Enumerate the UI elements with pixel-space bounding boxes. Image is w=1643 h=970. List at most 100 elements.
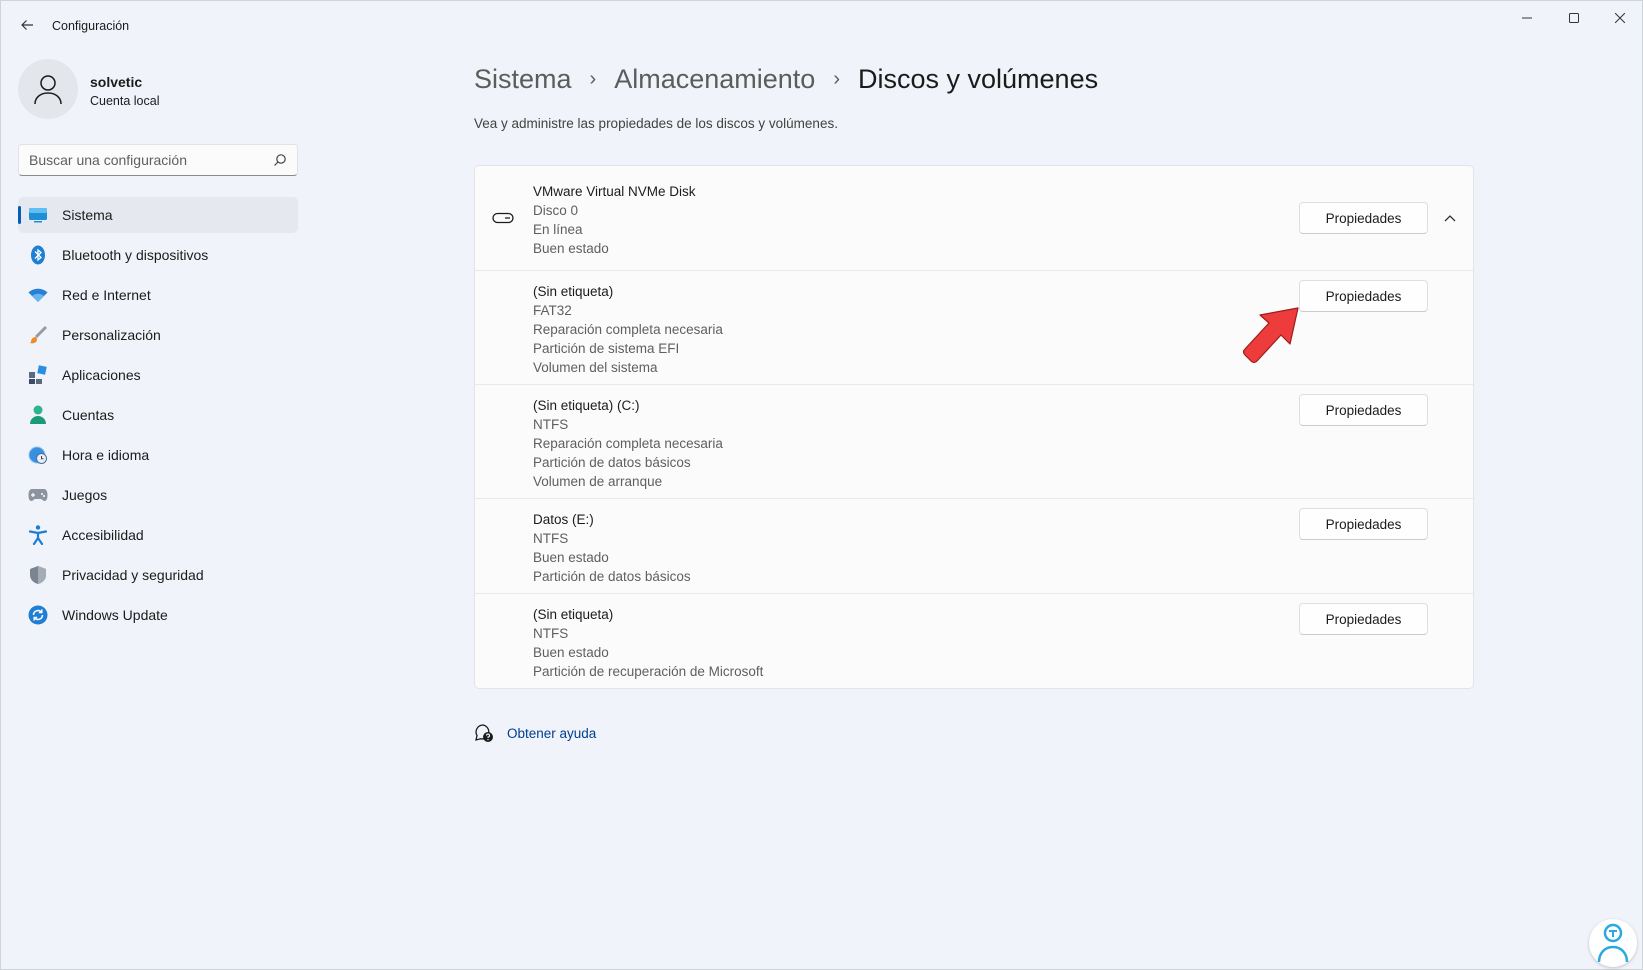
settings-window: Configuración solvetic Cuenta local Busc… — [0, 0, 1643, 970]
volume-label: (Sin etiqueta) (C:) — [533, 398, 640, 413]
sidebar-item-juegos[interactable]: Juegos — [18, 477, 298, 513]
back-arrow-icon — [21, 20, 33, 30]
sidebar-item-aplicaciones[interactable]: Aplicaciones — [18, 357, 298, 393]
close-button[interactable] — [1597, 1, 1643, 35]
sidebar-item-sistema[interactable]: Sistema — [18, 197, 298, 233]
paintbrush-icon — [28, 325, 48, 345]
volume-properties-button[interactable]: Propiedades — [1299, 603, 1428, 635]
user-icon — [34, 75, 62, 105]
back-button[interactable] — [13, 11, 41, 39]
volume-info: (Sin etiqueta) NTFS Buen estado Partició… — [533, 605, 763, 681]
search-icon[interactable] — [273, 153, 287, 167]
sidebar-item-accesibilidad[interactable]: Accesibilidad — [18, 517, 298, 553]
sidebar-item-label: Sistema — [62, 207, 113, 223]
person-icon — [28, 405, 48, 425]
help-chat-icon — [475, 724, 493, 742]
disk-info: VMware Virtual NVMe Disk Disco 0 En líne… — [533, 182, 696, 258]
maximize-icon — [1569, 13, 1579, 23]
breadcrumb-sistema[interactable]: Sistema — [474, 64, 572, 95]
sidebar-item-label: Privacidad y seguridad — [62, 567, 204, 583]
user-profile[interactable]: solvetic Cuenta local — [18, 59, 298, 121]
refresh-icon — [28, 605, 48, 625]
disk-name: VMware Virtual NVMe Disk — [533, 184, 696, 199]
volume-info: (Sin etiqueta) FAT32 Reparación completa… — [533, 282, 723, 377]
sidebar-item-bluetooth[interactable]: Bluetooth y dispositivos — [18, 237, 298, 273]
volume-row: Datos (E:) NTFS Buen estado Partición de… — [475, 499, 1473, 594]
volume-label: (Sin etiqueta) — [533, 607, 614, 622]
sidebar-item-label: Bluetooth y dispositivos — [62, 247, 209, 263]
volume-row: (Sin etiqueta) (C:) NTFS Reparación comp… — [475, 385, 1473, 499]
volume-role: Volumen de arranque — [533, 474, 663, 489]
volume-properties-button[interactable]: Propiedades — [1299, 280, 1428, 312]
sidebar-item-label: Accesibilidad — [62, 527, 144, 543]
sidebar-item-label: Red e Internet — [62, 287, 151, 303]
volume-properties-button[interactable]: Propiedades — [1299, 508, 1428, 540]
get-help-link[interactable]: Obtener ayuda — [507, 726, 596, 741]
volume-status: Buen estado — [533, 550, 609, 565]
volume-partition-type: Partición de datos básicos — [533, 455, 691, 470]
avatar — [18, 59, 78, 119]
gamepad-icon — [28, 485, 48, 505]
close-icon — [1615, 13, 1625, 23]
disk-number: Disco 0 — [533, 203, 579, 218]
volume-label: (Sin etiqueta) — [533, 284, 614, 299]
sidebar-item-label: Windows Update — [62, 607, 168, 623]
chevron-up-icon — [1444, 215, 1456, 222]
title-bar: Configuración — [1, 1, 1642, 49]
bluetooth-icon — [28, 245, 48, 265]
get-help[interactable]: Obtener ayuda — [474, 721, 596, 745]
sidebar-item-label: Aplicaciones — [62, 367, 141, 383]
system-display-icon — [28, 205, 48, 225]
volume-row: (Sin etiqueta) FAT32 Reparación completa… — [475, 271, 1473, 385]
sidebar-nav: Sistema Bluetooth y dispositivos Red e I… — [18, 197, 298, 637]
red-arrow-icon — [1242, 307, 1299, 364]
maximize-button[interactable] — [1551, 1, 1597, 35]
minimize-button[interactable] — [1504, 1, 1550, 35]
sidebar-item-privacidad[interactable]: Privacidad y seguridad — [18, 557, 298, 593]
volume-row: (Sin etiqueta) NTFS Buen estado Partició… — [475, 594, 1473, 688]
volume-info: (Sin etiqueta) (C:) NTFS Reparación comp… — [533, 396, 723, 491]
watermark-logo — [1589, 919, 1637, 967]
volume-partition-type: Partición de sistema EFI — [533, 341, 680, 356]
volume-filesystem: NTFS — [533, 626, 569, 641]
sidebar-item-personalizacion[interactable]: Personalización — [18, 317, 298, 353]
volume-properties-button[interactable]: Propiedades — [1299, 394, 1428, 426]
disk-health: Buen estado — [533, 241, 609, 256]
breadcrumb-almacenamiento[interactable]: Almacenamiento — [614, 64, 815, 95]
search-box — [18, 144, 298, 176]
shield-icon — [28, 565, 48, 585]
sidebar-item-label: Personalización — [62, 327, 161, 343]
watermark-person-icon — [1597, 923, 1629, 963]
disk-row: VMware Virtual NVMe Disk Disco 0 En líne… — [475, 166, 1473, 271]
breadcrumb-separator: › — [833, 67, 840, 90]
breadcrumb-separator: › — [589, 67, 597, 90]
volume-partition-type: Partición de recuperación de Microsoft — [533, 664, 764, 679]
search-input[interactable] — [19, 145, 259, 175]
page-description: Vea y administre las propiedades de los … — [474, 116, 838, 131]
sidebar-item-label: Cuentas — [62, 407, 115, 423]
breadcrumb: Sistema › Almacenamiento › Discos y volú… — [474, 59, 1098, 99]
sidebar-item-red[interactable]: Red e Internet — [18, 277, 298, 313]
globe-clock-icon — [28, 445, 48, 465]
collapse-button[interactable] — [1436, 204, 1464, 232]
sidebar-item-label: Hora e idioma — [62, 447, 150, 463]
sidebar-item-cuentas[interactable]: Cuentas — [18, 397, 298, 433]
disk-status: En línea — [533, 222, 583, 237]
disks-card: VMware Virtual NVMe Disk Disco 0 En líne… — [474, 165, 1474, 689]
volume-status: Reparación completa necesaria — [533, 436, 723, 451]
volume-filesystem: NTFS — [533, 531, 569, 546]
disk-properties-button[interactable]: Propiedades — [1299, 202, 1428, 234]
sidebar-item-hora[interactable]: Hora e idioma — [18, 437, 298, 473]
volume-status: Reparación completa necesaria — [533, 322, 723, 337]
page-title: Discos y volúmenes — [858, 63, 1099, 94]
volume-status: Buen estado — [533, 645, 609, 660]
app-title: Configuración — [52, 19, 130, 33]
sidebar-item-label: Juegos — [62, 487, 108, 503]
sidebar-item-windows-update[interactable]: Windows Update — [18, 597, 298, 633]
disk-drive-icon — [492, 212, 514, 224]
volume-info: Datos (E:) NTFS Buen estado Partición de… — [533, 510, 691, 586]
volume-filesystem: FAT32 — [533, 303, 572, 318]
profile-account-type: Cuenta local — [90, 94, 160, 108]
volume-partition-type: Partición de datos básicos — [533, 569, 691, 584]
minimize-icon — [1522, 17, 1532, 19]
